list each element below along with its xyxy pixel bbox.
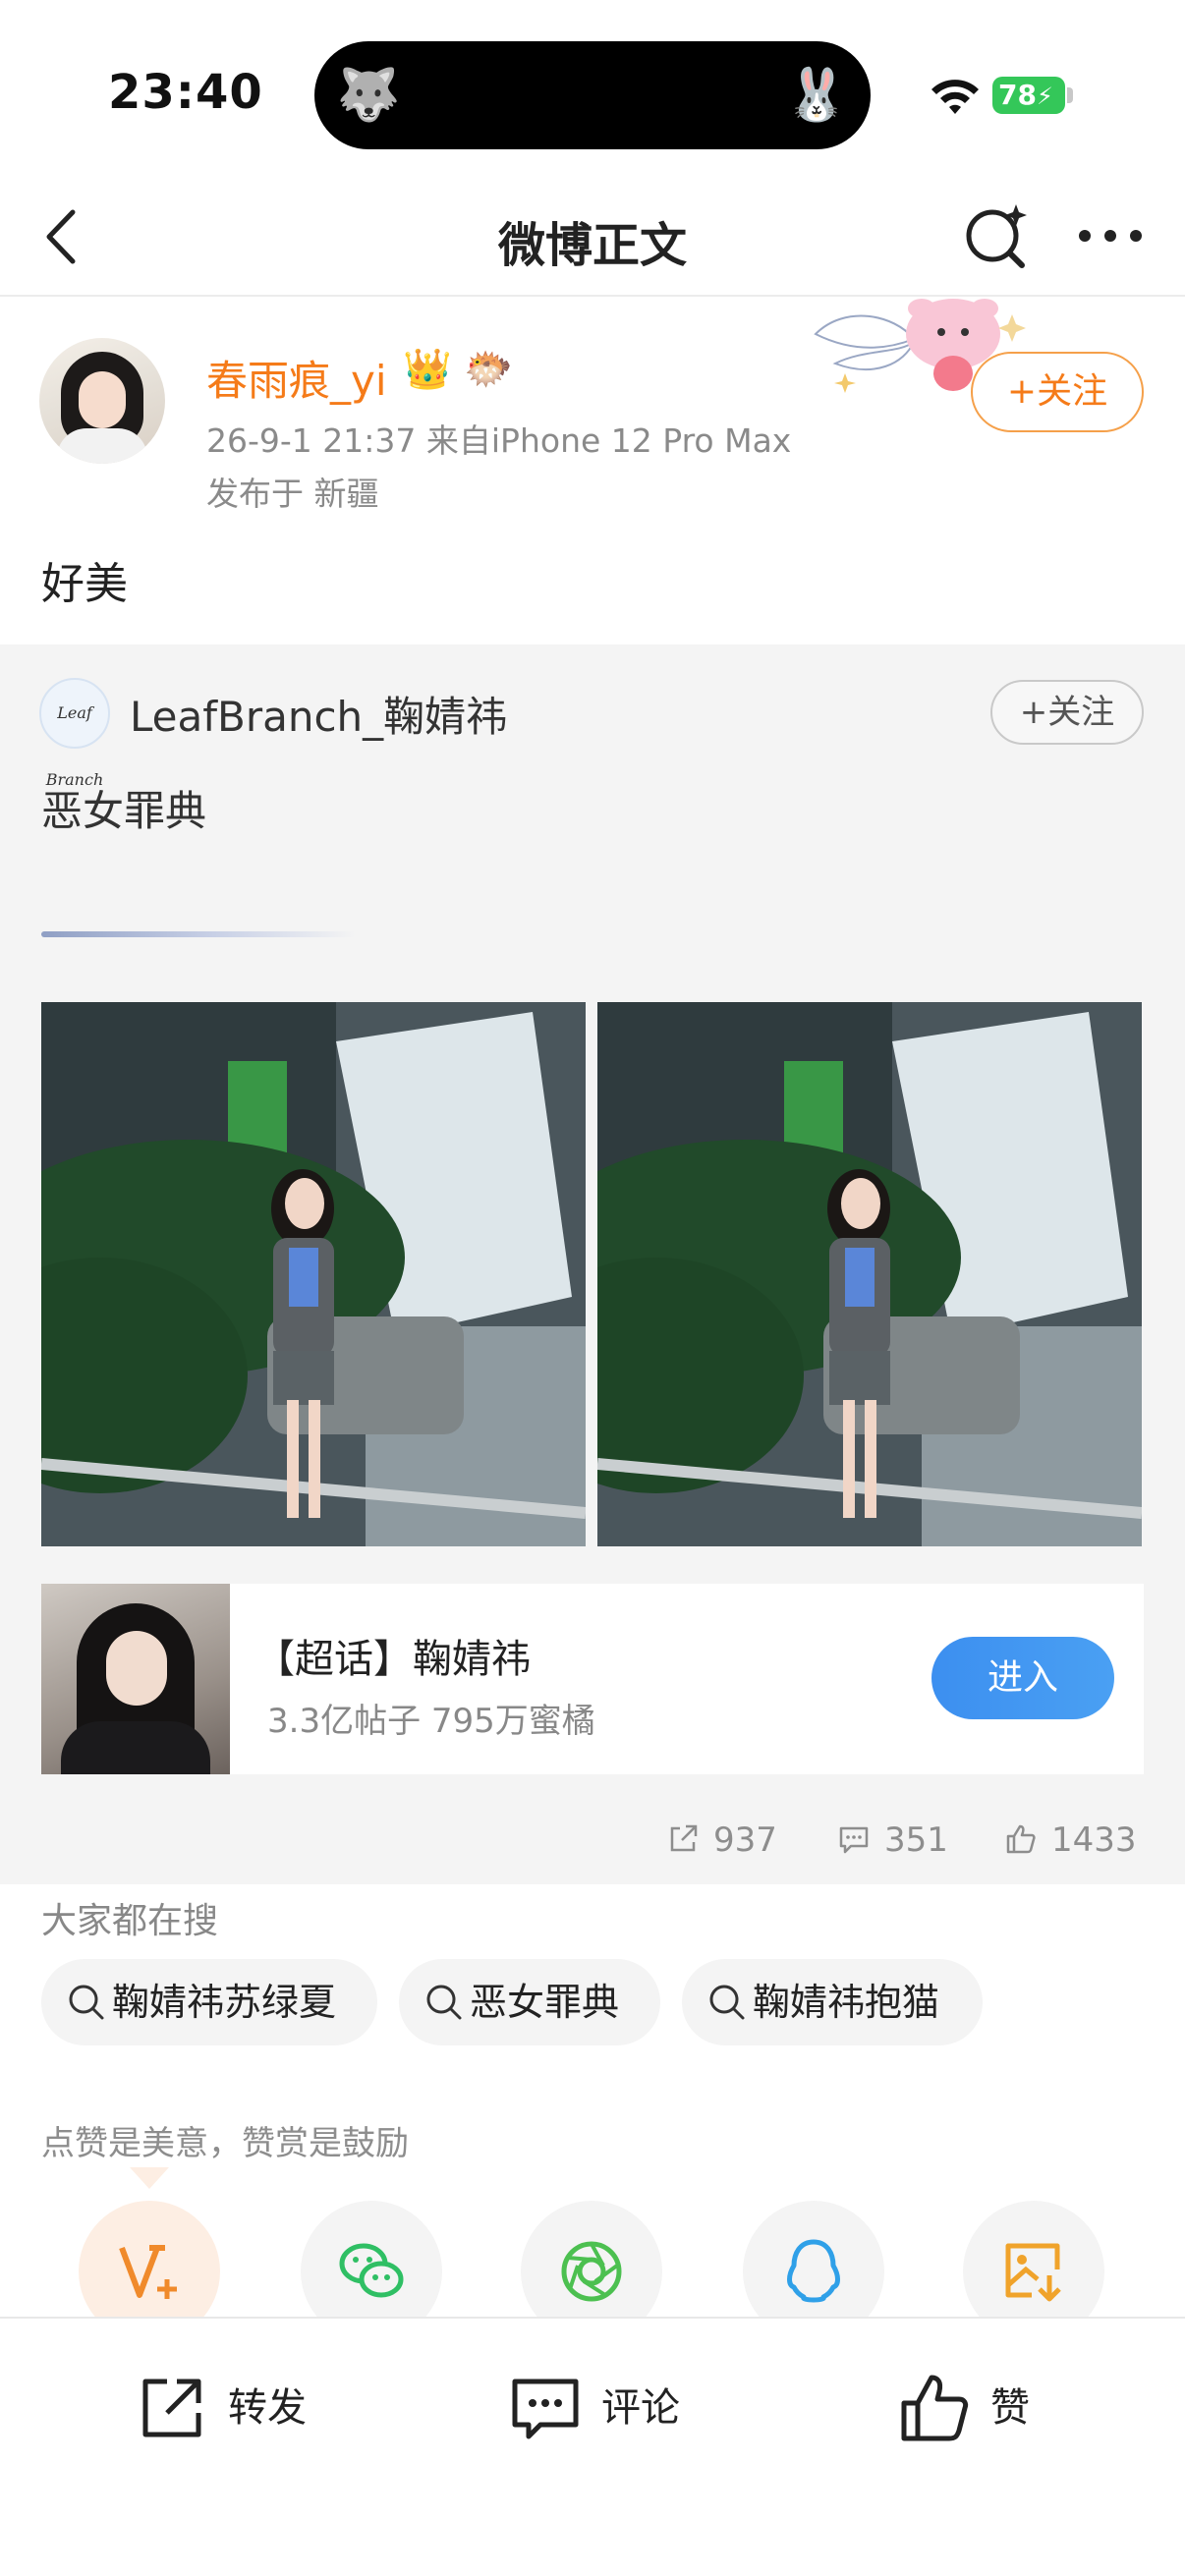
more-icon[interactable] [1071, 200, 1150, 271]
battery-level: 78 [998, 79, 1037, 111]
like-count[interactable]: 1433 [1004, 1816, 1137, 1865]
photo-scene [597, 1002, 1142, 1546]
wifi-icon [931, 80, 979, 114]
thumbs-up-icon [1006, 1824, 1036, 1854]
repost-follow-button[interactable]: +关注 [990, 680, 1144, 745]
wolf-icon: 🐺 [336, 66, 401, 125]
avatar-face [79, 371, 126, 428]
post-meta: 26-9-1 21:37 来自iPhone 12 Pro Max [206, 415, 791, 462]
repost-count-value: 937 [713, 1820, 777, 1860]
wechat-glyph [339, 2243, 404, 2298]
comment-count[interactable]: 351 [837, 1816, 948, 1865]
topic-thumb-body [61, 1721, 210, 1774]
photo-scene [41, 1002, 586, 1546]
repost-label: 转发 [228, 2385, 307, 2431]
post-text: 好美 [41, 559, 128, 609]
qq-glyph [787, 2239, 840, 2303]
super-topic-card[interactable]: 【超话】鞠婧祎 3.3亿帖子 795万蜜橘 进入 [41, 1584, 1144, 1774]
avatar[interactable] [39, 338, 165, 464]
repost-button[interactable]: 转发 [134, 2364, 330, 2452]
like-count-value: 1433 [1051, 1820, 1137, 1860]
search-chip[interactable]: 鞠婧祎抱猫 [682, 1959, 983, 2045]
search-sparkle-icon[interactable] [961, 200, 1032, 271]
charging-icon: ⚡ [1036, 83, 1053, 110]
comment-button[interactable]: 评论 [507, 2364, 704, 2452]
topic-title: 【超话】鞠婧祎 [255, 1637, 531, 1682]
status-time: 23:40 [108, 65, 263, 120]
repost-author-name[interactable]: LeafBranch_鞠婧祎 [130, 684, 507, 744]
search-chip[interactable]: 恶女罪典 [399, 1959, 660, 2045]
appreciate-hint: 点赞是美意，赞赏是鼓励 [41, 2124, 409, 2163]
topic-thumb-face [106, 1631, 167, 1706]
rabbit-icon: 🐰 [784, 66, 849, 125]
like-button[interactable]: 赞 [896, 2364, 1044, 2452]
search-chip[interactable]: 鞠婧祎苏绿夏 [41, 1959, 377, 2045]
comment-icon [512, 2379, 579, 2439]
search-chip-label: 鞠婧祎苏绿夏 [112, 1981, 337, 2024]
post-timestamp: 26-9-1 21:37 [206, 421, 417, 460]
video-loading-bar [41, 931, 356, 937]
share-icon [670, 1824, 698, 1852]
repost-count[interactable]: 937 [666, 1816, 777, 1865]
username[interactable]: 春雨痕_yi [206, 348, 387, 408]
comment-count-value: 351 [884, 1820, 948, 1860]
repost-author-avatar[interactable]: Leaf Branch [39, 678, 110, 789]
trending-search-title: 大家都在搜 [41, 1901, 219, 1941]
battery-tip [1067, 87, 1073, 103]
enter-topic-button[interactable]: 进入 [931, 1637, 1114, 1719]
repost-card[interactable]: Leaf Branch LeafBranch_鞠婧祎 +关注 恶女罪典 【超话】… [0, 644, 1185, 1884]
post-image[interactable] [41, 1002, 586, 1546]
search-icon [709, 1985, 745, 2020]
repost-text: 恶女罪典 [41, 787, 207, 835]
search-icon [426, 1985, 462, 2020]
nav-bar: 微博正文 [0, 177, 1185, 297]
post-image[interactable] [597, 1002, 1142, 1546]
comment-label: 评论 [601, 2385, 680, 2431]
thumbs-up-icon [901, 2375, 969, 2441]
topic-subtitle: 3.3亿帖子 795万蜜橘 [267, 1702, 595, 1741]
post-source: 来自iPhone 12 Pro Max [425, 421, 792, 460]
status-bar: 23:40 🐺 🐰 78⚡ [0, 0, 1185, 187]
topic-thumbnail [41, 1584, 230, 1774]
like-label: 赞 [990, 2385, 1030, 2431]
save-image-glyph [1005, 2243, 1061, 2302]
battery-indicator: 78⚡ [992, 77, 1065, 114]
reward-glyph [119, 2245, 177, 2299]
comment-icon [839, 1826, 869, 1854]
repost-icon [142, 2379, 201, 2437]
dynamic-island: 🐺 🐰 [314, 41, 871, 149]
tip-arrow-icon [130, 2167, 169, 2189]
moments-glyph [561, 2241, 622, 2302]
crown-badge-icon[interactable]: 👑 [403, 346, 452, 392]
avatar-body [57, 428, 147, 464]
search-chip-label: 鞠婧祎抱猫 [753, 1981, 940, 2024]
search-chip-label: 恶女罪典 [470, 1981, 620, 2024]
fish-badge-icon[interactable]: 🐡 [464, 346, 513, 392]
post-location: 发布于 新疆 [206, 475, 379, 513]
bottom-toolbar: 转发 评论 赞 [0, 2317, 1185, 2576]
follow-button[interactable]: +关注 [971, 352, 1144, 432]
search-icon [69, 1985, 104, 2020]
